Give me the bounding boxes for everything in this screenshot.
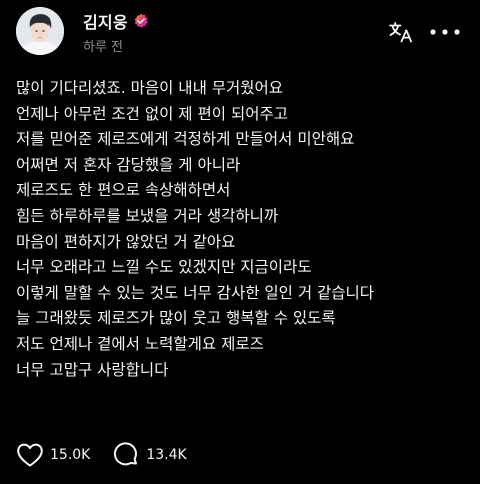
post-line: 너무 오래라고 느낄 수도 있겠지만 지금이라도 <box>16 258 312 277</box>
like-count: 15.0K <box>50 447 91 463</box>
heart-icon <box>17 443 43 467</box>
post-line: 마음이 편하지가 않았던 거 같아요 <box>16 232 236 251</box>
translate-button[interactable] <box>388 20 414 44</box>
post-line: 제로즈도 한 편으로 속상해하면서 <box>16 181 231 200</box>
comment-button[interactable]: 13.4K <box>112 442 187 468</box>
post-header: 김지웅 하루 전 <box>83 10 149 55</box>
post-line: 저를 믿어준 제로즈에게 걱정하게 만들어서 미안해요 <box>16 130 355 149</box>
post-body: 많이 기다리셨죠. 마음이 내내 무거웠어요 언제나 아무런 조건 없이 제 편… <box>16 76 471 383</box>
post-line: 언제나 아무런 조건 없이 제 편이 되어주고 <box>16 104 288 123</box>
post-line: 늘 그래왔듯 제로즈가 많이 웃고 행복할 수 있도록 <box>16 309 336 328</box>
more-options-icon <box>430 29 460 35</box>
username-row: 김지웅 <box>83 10 149 32</box>
translate-icon <box>389 22 412 43</box>
more-options-button[interactable] <box>428 22 462 42</box>
avatar[interactable] <box>16 7 64 55</box>
post-line: 힘든 하루하루를 보냈을 거라 생각하니까 <box>16 206 279 225</box>
like-button[interactable]: 15.0K <box>16 442 90 468</box>
timestamp: 하루 전 <box>83 40 124 55</box>
post: 김지웅 하루 전 많이 기다리셨죠. 마음이 내내 무거웠어요 언제나 아무런 … <box>0 0 480 484</box>
comment-count: 13.4K <box>146 447 187 463</box>
profile-photo <box>16 7 64 55</box>
comment-icon <box>114 442 138 466</box>
verified-badge-icon <box>133 13 149 29</box>
post-line: 이렇게 말할 수 있는 것도 너무 감사한 일인 거 같습니다 <box>16 283 375 302</box>
post-line: 어쩌면 저 혼자 감당했을 게 아니라 <box>16 155 241 174</box>
post-line: 너무 고맙구 사랑합니다 <box>16 360 169 379</box>
action-bar: 15.0K 13.4K <box>16 440 187 470</box>
username[interactable]: 김지웅 <box>83 9 128 33</box>
post-line: 많이 기다리셨죠. 마음이 내내 무거웠어요 <box>16 79 284 97</box>
post-line: 저도 언제나 곁에서 노력할게요 제로즈 <box>16 334 264 353</box>
